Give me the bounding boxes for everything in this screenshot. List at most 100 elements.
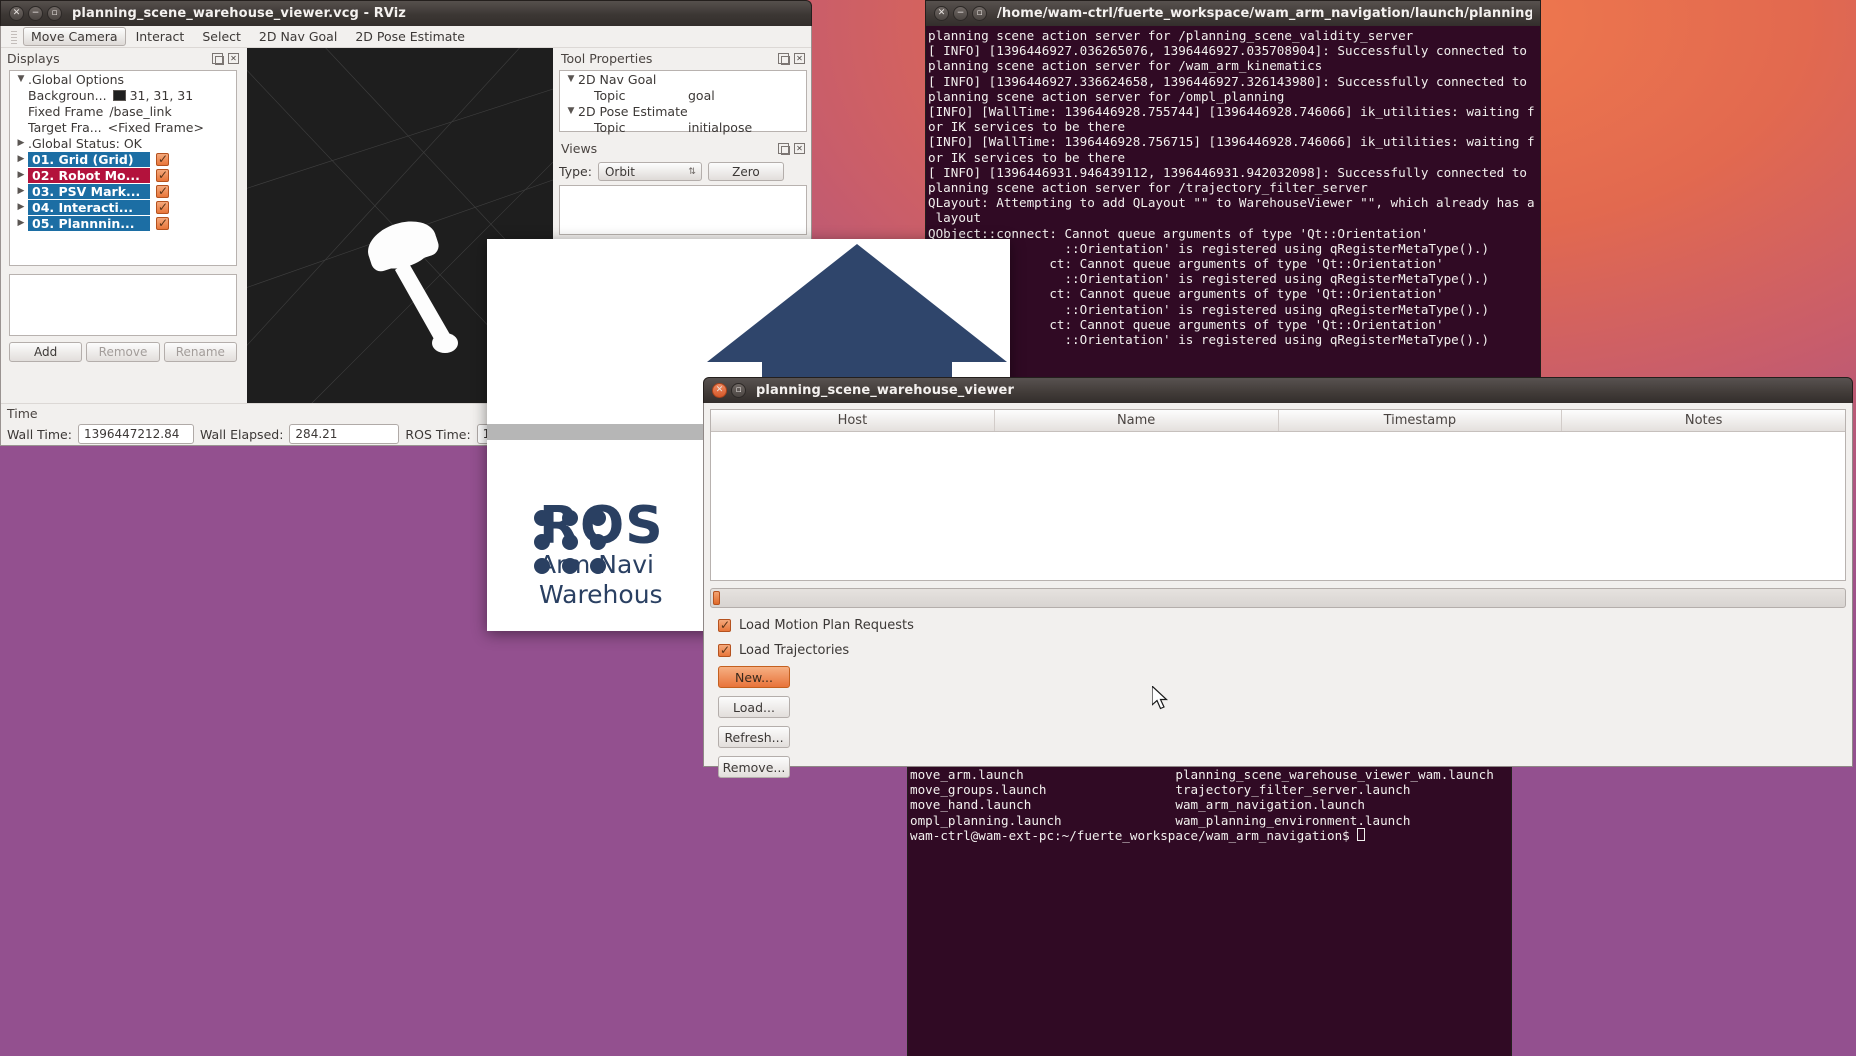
close-icon[interactable]: ✕ <box>712 383 727 398</box>
display-enabled-checkbox[interactable] <box>156 185 169 198</box>
minimize-icon[interactable]: − <box>28 6 43 21</box>
displays-panel-title: Displays <box>7 51 60 66</box>
rviz-window-controls[interactable]: ✕ − ▫ <box>9 6 62 21</box>
column-header-host[interactable]: Host <box>711 410 995 431</box>
tool-properties-tree[interactable]: ▼ 2D Nav Goal Topic goal ▼ 2D Pose Estim… <box>559 70 807 132</box>
warehouse-viewer-window-controls[interactable]: ✕ ▫ <box>712 383 746 398</box>
display-enabled-checkbox[interactable] <box>156 201 169 214</box>
load-button[interactable]: Load... <box>718 696 790 718</box>
tool-select[interactable]: Select <box>194 27 249 46</box>
warehouse-viewer-titlebar[interactable]: ✕ ▫ planning_scene_warehouse_viewer <box>703 377 1853 403</box>
display-enabled-checkbox[interactable] <box>156 169 169 182</box>
background-color-swatch[interactable] <box>113 90 126 101</box>
load-motion-plan-requests-checkbox[interactable] <box>718 619 731 632</box>
tp-row-pose-topic[interactable]: Topic initialpose <box>560 119 806 135</box>
terminal-window-top[interactable]: ✕ − ▫ /home/wam-ctrl/fuerte_workspace/wa… <box>925 0 1541 382</box>
chevron-down-icon[interactable]: ▼ <box>564 74 578 84</box>
tool-move-camera[interactable]: Move Camera <box>23 27 126 46</box>
chevron-right-icon[interactable]: ▶ <box>14 186 28 196</box>
remove-display-button[interactable]: Remove <box>86 342 159 362</box>
chevron-right-icon[interactable]: ▶ <box>14 218 28 228</box>
warehouse-table[interactable]: Host Name Timestamp Notes <box>710 409 1846 581</box>
close-icon[interactable]: ✕ <box>9 6 24 21</box>
chevron-right-icon[interactable]: ▶ <box>14 154 28 164</box>
views-list[interactable] <box>559 185 807 235</box>
checkbox-row-motion-plan-requests[interactable]: Load Motion Plan Requests <box>710 618 1846 633</box>
tree-node-global-status[interactable]: ▶ .Global Status: OK <box>10 135 236 151</box>
tp-group-pose-estimate[interactable]: ▼ 2D Pose Estimate <box>560 103 806 119</box>
splash-text: ROS Arm Navi Warehous <box>539 502 664 610</box>
display-item-interactive-markers[interactable]: ▶ 04. Interacti... <box>10 199 236 215</box>
display-item-planning[interactable]: ▶ 05. Plannnin... <box>10 215 236 231</box>
view-type-select[interactable]: Orbit <box>598 162 702 181</box>
display-property-pane[interactable] <box>9 274 237 336</box>
tool-properties-dock-icons[interactable] <box>778 53 805 64</box>
global-options-label: .Global Options <box>28 72 124 87</box>
maximize-icon[interactable]: ▫ <box>47 6 62 21</box>
tree-row-fixed-frame[interactable]: Fixed Frame /base_link <box>10 103 236 119</box>
warehouse-viewer-dialog[interactable]: ✕ ▫ planning_scene_warehouse_viewer Host… <box>703 377 1853 767</box>
maximize-icon[interactable]: ▫ <box>972 6 987 21</box>
rename-display-button[interactable]: Rename <box>164 342 237 362</box>
column-header-timestamp[interactable]: Timestamp <box>1279 410 1563 431</box>
column-header-notes[interactable]: Notes <box>1562 410 1845 431</box>
tool-2d-nav-goal[interactable]: 2D Nav Goal <box>251 27 345 46</box>
terminal-top-output[interactable]: planning scene action server for /planni… <box>925 26 1541 382</box>
terminal-top-titlebar[interactable]: ✕ − ▫ /home/wam-ctrl/fuerte_workspace/wa… <box>925 0 1541 26</box>
close-panel-icon[interactable] <box>794 53 805 64</box>
display-item-robot-model[interactable]: ▶ 02. Robot Mo... <box>10 167 236 183</box>
tool-interact[interactable]: Interact <box>128 27 193 46</box>
chevron-down-icon[interactable]: ▼ <box>564 106 578 116</box>
terminal-window-bottom[interactable]: move_arm.launch planning_scene_warehouse… <box>907 765 1512 1056</box>
minimize-icon[interactable]: − <box>953 6 968 21</box>
maximize-icon[interactable]: ▫ <box>731 383 746 398</box>
close-icon[interactable]: ✕ <box>934 6 949 21</box>
zero-button[interactable]: Zero <box>708 162 784 181</box>
checkbox-row-trajectories[interactable]: Load Trajectories <box>710 643 1846 658</box>
rviz-titlebar[interactable]: ✕ − ▫ planning_scene_warehouse_viewer.vc… <box>0 0 812 26</box>
float-icon[interactable] <box>778 143 789 154</box>
terminal-line: [ INFO] [1396446927.036265076, 139644692… <box>928 43 1540 58</box>
terminal-line: ompl_planning.launch wam_planning_enviro… <box>910 813 1511 828</box>
new-button[interactable]: New... <box>718 666 790 688</box>
tp-value: initialpose <box>688 120 752 135</box>
tree-row-background[interactable]: Backgroun... 31, 31, 31 <box>10 87 236 103</box>
refresh-button[interactable]: Refresh... <box>718 726 790 748</box>
chevron-right-icon[interactable]: ▶ <box>14 202 28 212</box>
column-header-name[interactable]: Name <box>995 410 1279 431</box>
float-icon[interactable] <box>212 53 223 64</box>
display-enabled-checkbox[interactable] <box>156 153 169 166</box>
chevron-right-icon[interactable]: ▶ <box>14 170 28 180</box>
close-panel-icon[interactable] <box>228 53 239 64</box>
horizontal-scrollbar[interactable] <box>710 588 1846 608</box>
load-trajectories-checkbox[interactable] <box>718 644 731 657</box>
wall-elapsed-value[interactable]: 284.21 <box>289 424 399 444</box>
terminal-line: or IK services to be there <box>928 150 1540 165</box>
rviz-toolbar[interactable]: Move Camera Interact Select 2D Nav Goal … <box>1 26 811 48</box>
tree-row-target-frame[interactable]: Target Fra... <Fixed Frame> <box>10 119 236 135</box>
toolbar-grip-icon[interactable] <box>11 30 17 44</box>
float-icon[interactable] <box>778 53 789 64</box>
display-item-psv-markers[interactable]: ▶ 03. PSV Mark... <box>10 183 236 199</box>
wall-time-value[interactable]: 1396447212.84 <box>78 424 194 444</box>
terminal-line: ct: Cannot queue arguments of type 'Qt::… <box>928 317 1540 332</box>
terminal-top-window-controls[interactable]: ✕ − ▫ <box>934 6 987 21</box>
terminal-line: ct: Cannot queue arguments of type 'Qt::… <box>928 256 1540 271</box>
terminal-bottom-output[interactable]: move_arm.launch planning_scene_warehouse… <box>907 765 1512 1056</box>
tp-group-nav-goal[interactable]: ▼ 2D Nav Goal <box>560 71 806 87</box>
tp-row-nav-goal-topic[interactable]: Topic goal <box>560 87 806 103</box>
tool-2d-pose-estimate[interactable]: 2D Pose Estimate <box>347 27 473 46</box>
close-panel-icon[interactable] <box>794 143 805 154</box>
scrollbar-handle[interactable] <box>713 591 720 605</box>
displays-dock-icons[interactable] <box>212 53 239 64</box>
display-enabled-checkbox[interactable] <box>156 217 169 230</box>
remove-button[interactable]: Remove... <box>718 756 790 778</box>
add-display-button[interactable]: Add <box>9 342 82 362</box>
chevron-right-icon[interactable]: ▶ <box>14 138 28 148</box>
tree-node-global-options[interactable]: ▼ .Global Options <box>10 71 236 87</box>
displays-tree[interactable]: ▼ .Global Options Backgroun... 31, 31, 3… <box>9 70 237 266</box>
chevron-down-icon[interactable]: ▼ <box>14 74 28 84</box>
tp-group-label: 2D Nav Goal <box>578 72 656 87</box>
display-item-grid[interactable]: ▶ 01. Grid (Grid) <box>10 151 236 167</box>
views-dock-icons[interactable] <box>778 143 805 154</box>
